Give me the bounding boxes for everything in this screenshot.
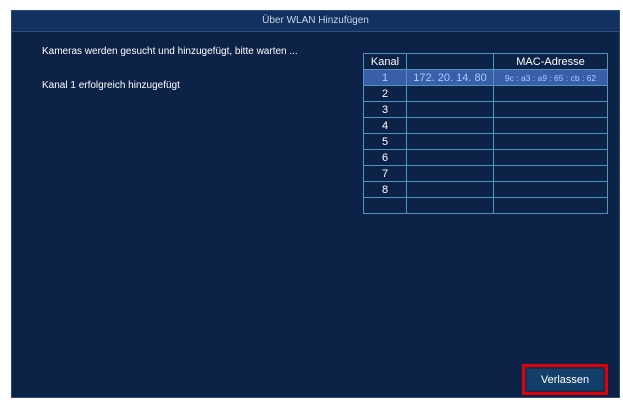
mac-cell <box>493 197 608 214</box>
table-row[interactable]: 3 <box>363 101 608 118</box>
ip-cell: 172. 20. 14. 80 <box>406 69 494 86</box>
table-row[interactable]: 5 <box>363 133 608 150</box>
mac-cell <box>493 133 608 150</box>
dialog-title: Über WLAN Hinzufügen <box>12 11 619 32</box>
mac-cell <box>493 165 608 182</box>
column-header-mac: MAC-Adresse <box>493 53 608 70</box>
kanal-cell: 6 <box>363 149 407 166</box>
result-message: Kanal 1 erfolgreich hinzugefügt <box>42 80 180 91</box>
ip-cell <box>406 197 494 214</box>
ip-cell <box>406 101 494 118</box>
exit-button-highlight[interactable]: Verlassen <box>522 364 608 395</box>
table-row[interactable]: 6 <box>363 149 608 166</box>
table-row[interactable]: 8 <box>363 181 608 198</box>
column-header-kanal: Kanal <box>363 53 407 70</box>
kanal-cell: 7 <box>363 165 407 182</box>
table-row[interactable]: 4 <box>363 117 608 134</box>
table-header-row: Kanal MAC-Adresse <box>363 53 608 70</box>
mac-cell <box>493 149 608 166</box>
kanal-cell: 1 <box>363 69 407 86</box>
ip-cell <box>406 85 494 102</box>
kanal-cell: 3 <box>363 101 407 118</box>
mac-cell <box>493 101 608 118</box>
ip-cell <box>406 149 494 166</box>
camera-channel-table: Kanal MAC-Adresse 1 172. 20. 14. 80 9c :… <box>363 53 608 214</box>
mac-cell <box>493 85 608 102</box>
table-row[interactable]: 7 <box>363 165 608 182</box>
kanal-cell: 4 <box>363 117 407 134</box>
kanal-cell: 2 <box>363 85 407 102</box>
ip-cell <box>406 117 494 134</box>
wlan-add-dialog: Über WLAN Hinzufügen Kameras werden gesu… <box>11 10 620 398</box>
kanal-cell: 5 <box>363 133 407 150</box>
ip-cell <box>406 165 494 182</box>
table-row[interactable]: 1 172. 20. 14. 80 9c : a3 : a9 : 65 : cb… <box>363 69 608 86</box>
exit-button[interactable]: Verlassen <box>527 369 603 390</box>
column-header-ip <box>406 53 494 70</box>
table-row[interactable] <box>363 197 608 214</box>
table-row[interactable]: 2 <box>363 85 608 102</box>
status-message: Kameras werden gesucht und hinzugefügt, … <box>42 46 298 57</box>
ip-cell <box>406 133 494 150</box>
kanal-cell <box>363 197 407 214</box>
mac-cell: 9c : a3 : a9 : 65 : cb : 62 <box>493 69 608 86</box>
mac-cell <box>493 117 608 134</box>
ip-cell <box>406 181 494 198</box>
kanal-cell: 8 <box>363 181 407 198</box>
mac-cell <box>493 181 608 198</box>
